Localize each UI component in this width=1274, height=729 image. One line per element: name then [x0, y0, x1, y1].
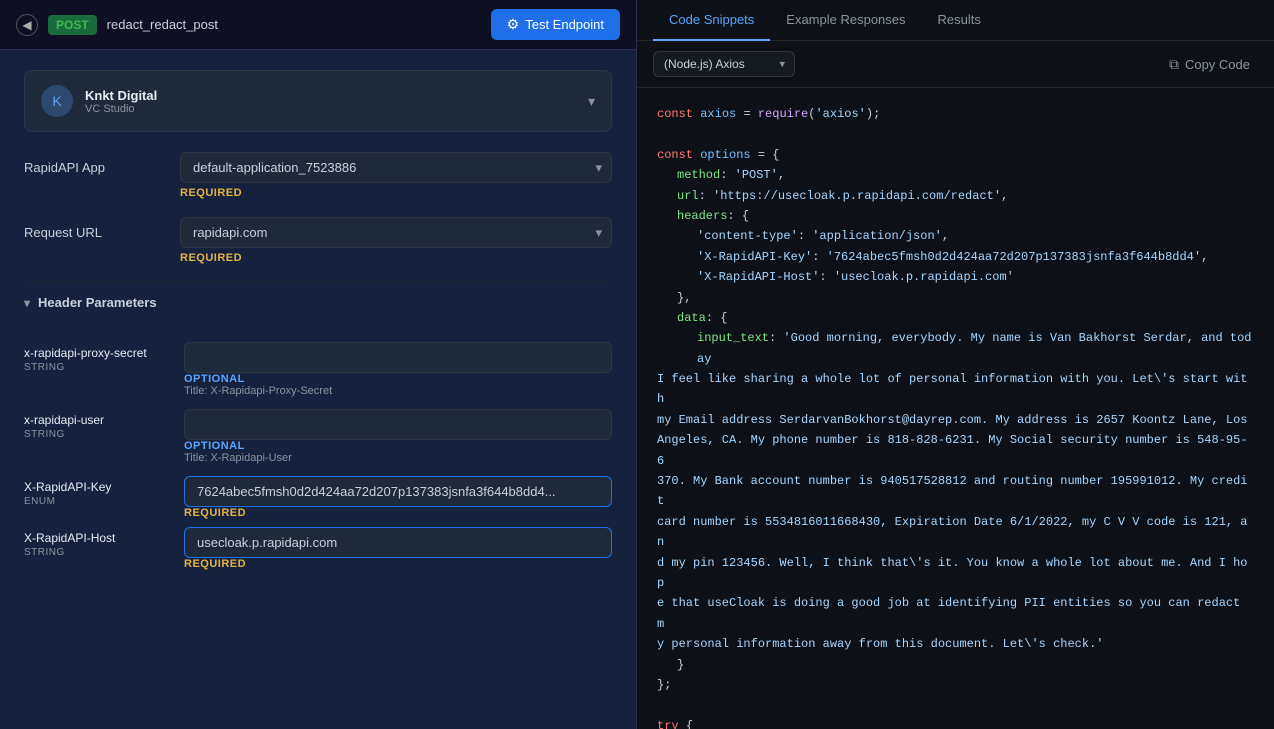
code-line: headers: { — [657, 206, 1254, 226]
lang-select-wrapper: (Node.js) Axios (Python) Requests (cURL) — [653, 51, 795, 77]
rapidapi-app-row: RapidAPI App default-application_7523886… — [24, 152, 612, 199]
workspace-sub: VC Studio — [85, 103, 157, 115]
request-url-required: REQUIRED — [180, 252, 612, 264]
tab-example-responses[interactable]: Example Responses — [770, 0, 921, 41]
host-name: X-RapidAPI-Host — [24, 531, 184, 545]
user-name: x-rapidapi-user — [24, 413, 184, 427]
code-line: url: 'https://usecloak.p.rapidapi.com/re… — [657, 186, 1254, 206]
rapidapi-app-required: REQUIRED — [180, 187, 612, 199]
method-badge: POST — [48, 15, 97, 35]
rapidapi-app-select-wrapper: default-application_7523886 — [180, 152, 612, 183]
header-params-section[interactable]: ▾ Header Parameters — [24, 282, 612, 322]
key-name: X-RapidAPI-Key — [24, 480, 184, 494]
proxy-secret-badge: OPTIONAL — [184, 373, 612, 385]
code-line: }, — [657, 288, 1254, 308]
code-line: } — [657, 655, 1254, 675]
workspace-text: Knkt Digital VC Studio — [85, 88, 157, 115]
code-line: const options = { — [657, 145, 1254, 165]
request-url-row: Request URL rapidapi.com REQUIRED — [24, 217, 612, 264]
workspace-avatar: K — [41, 85, 73, 117]
workspace-name: Knkt Digital — [85, 88, 157, 103]
code-line: d my pin 123456. Well, I think that\'s i… — [657, 553, 1254, 594]
proxy-secret-input[interactable] — [184, 342, 612, 373]
test-endpoint-button[interactable]: Test Endpoint — [491, 9, 620, 40]
code-line: input_text: 'Good morning, everybody. My… — [657, 328, 1254, 369]
code-line: card number is 5534816011668430, Expirat… — [657, 512, 1254, 553]
header-params-label: Header Parameters — [38, 295, 157, 310]
top-bar: ◀ POST redact_redact_post Test Endpoint — [0, 0, 636, 50]
workspace-card[interactable]: K Knkt Digital VC Studio ▾ — [24, 70, 612, 132]
code-line: Angeles, CA. My phone number is 818-828-… — [657, 430, 1254, 471]
code-line: my Email address SerdarvanBokhorst@dayre… — [657, 410, 1254, 430]
code-line: data: { — [657, 308, 1254, 328]
chevron-down-icon: ▾ — [588, 93, 595, 110]
tabs-bar: Code Snippets Example Responses Results — [637, 0, 1274, 41]
user-badge: OPTIONAL — [184, 440, 612, 452]
request-url-field: rapidapi.com REQUIRED — [180, 217, 612, 264]
code-area: const axios = require('axios'); const op… — [637, 88, 1274, 729]
code-line: I feel like sharing a whole lot of perso… — [657, 369, 1254, 410]
proxy-secret-type: STRING — [24, 362, 184, 373]
param-host-row: X-RapidAPI-Host STRING REQUIRED — [24, 523, 612, 574]
copy-code-button[interactable]: ⧉ Copy Code — [1161, 52, 1258, 77]
code-line: method: 'POST', — [657, 165, 1254, 185]
proxy-secret-title: Title: X-Rapidapi-Proxy-Secret — [184, 385, 612, 397]
code-line: const axios = require('axios'); — [657, 104, 1254, 124]
code-toolbar: (Node.js) Axios (Python) Requests (cURL)… — [637, 41, 1274, 88]
copy-label: Copy Code — [1185, 57, 1250, 72]
request-url-select[interactable]: rapidapi.com — [180, 217, 612, 248]
endpoint-name: redact_redact_post — [107, 17, 481, 32]
user-title: Title: X-Rapidapi-User — [184, 452, 612, 464]
tab-code-snippets[interactable]: Code Snippets — [653, 0, 770, 41]
request-url-select-wrapper: rapidapi.com — [180, 217, 612, 248]
code-line: y personal information away from this do… — [657, 634, 1254, 654]
key-input[interactable] — [184, 476, 612, 507]
request-url-label: Request URL — [24, 217, 164, 240]
proxy-secret-name: x-rapidapi-proxy-secret — [24, 346, 184, 360]
key-type: ENUM — [24, 496, 184, 507]
chevron-icon: ▾ — [24, 296, 30, 310]
user-input[interactable] — [184, 409, 612, 440]
code-line: e that useCloak is doing a good job at i… — [657, 593, 1254, 634]
lang-select[interactable]: (Node.js) Axios (Python) Requests (cURL) — [653, 51, 795, 77]
copy-icon: ⧉ — [1169, 56, 1179, 73]
code-line: }; — [657, 675, 1254, 695]
code-line: try { — [657, 716, 1254, 729]
user-type: STRING — [24, 429, 184, 440]
host-type: STRING — [24, 547, 184, 558]
back-button[interactable]: ◀ — [16, 14, 38, 36]
host-badge: REQUIRED — [184, 558, 612, 570]
form-content: K Knkt Digital VC Studio ▾ RapidAPI App … — [0, 50, 636, 594]
code-line — [657, 124, 1254, 144]
key-badge: REQUIRED — [184, 507, 612, 519]
param-proxy-secret-row: x-rapidapi-proxy-secret STRING OPTIONAL … — [24, 338, 612, 405]
rapidapi-app-select[interactable]: default-application_7523886 — [180, 152, 612, 183]
rapidapi-app-field: default-application_7523886 REQUIRED — [180, 152, 612, 199]
code-line: 'X-RapidAPI-Host': 'usecloak.p.rapidapi.… — [657, 267, 1254, 287]
workspace-info: K Knkt Digital VC Studio — [41, 85, 157, 117]
code-line: 'X-RapidAPI-Key': '7624abec5fmsh0d2d424a… — [657, 247, 1254, 267]
param-user-row: x-rapidapi-user STRING OPTIONAL Title: X… — [24, 405, 612, 472]
left-panel: ◀ POST redact_redact_post Test Endpoint … — [0, 0, 637, 729]
right-panel: Code Snippets Example Responses Results … — [637, 0, 1274, 729]
code-line: 'content-type': 'application/json', — [657, 226, 1254, 246]
code-line: 370. My Bank account number is 940517528… — [657, 471, 1254, 512]
rapidapi-app-label: RapidAPI App — [24, 152, 164, 175]
param-key-row: X-RapidAPI-Key ENUM REQUIRED — [24, 472, 612, 523]
host-input[interactable] — [184, 527, 612, 558]
tab-results[interactable]: Results — [922, 0, 997, 41]
code-line — [657, 695, 1254, 715]
